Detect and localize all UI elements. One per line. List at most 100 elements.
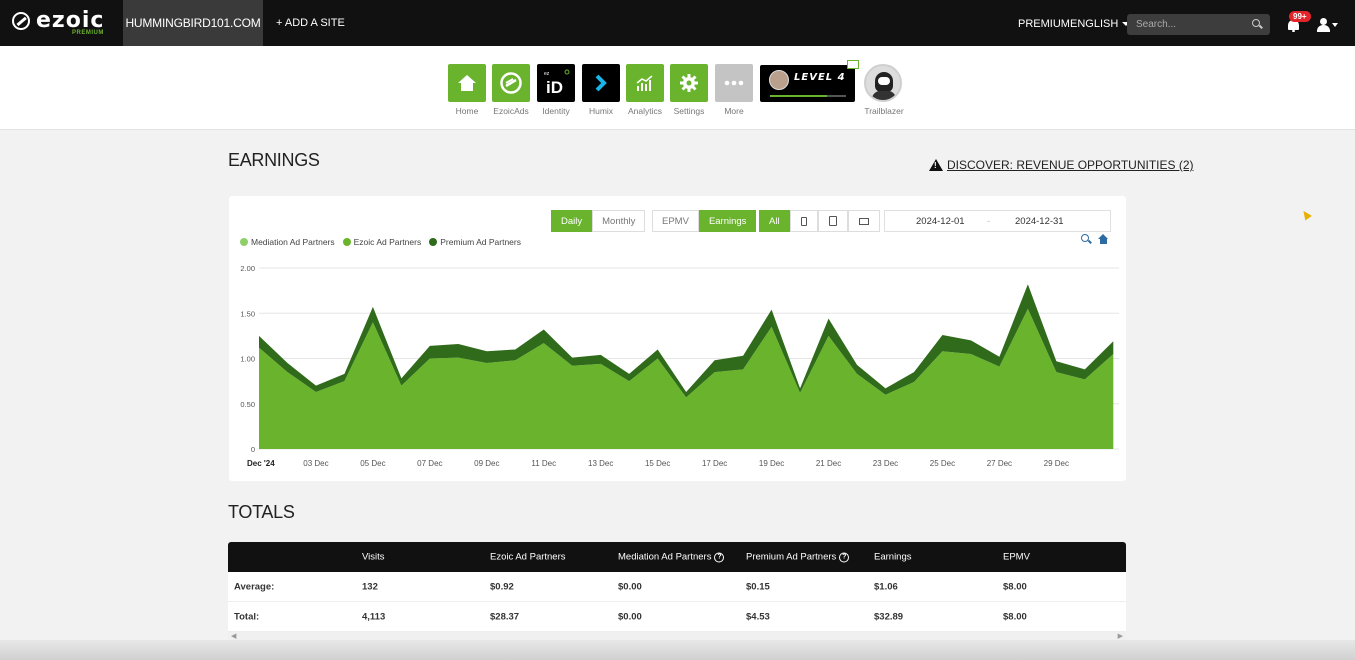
monthly-button[interactable]: Monthly (592, 210, 646, 232)
language-label: ENGLISH (1070, 18, 1119, 30)
legend-dot (429, 238, 438, 246)
level-progress-fill (770, 95, 827, 97)
x-tick-label: 11 Dec (531, 459, 556, 468)
level-label: LEVEL 4 (794, 72, 846, 83)
nav-more[interactable]: More (715, 64, 753, 116)
x-tick-label: Dec '24 (247, 459, 275, 468)
y-tick-label: 1.50 (240, 309, 255, 318)
level-progress-bar (770, 95, 846, 97)
all-devices-button[interactable]: All (759, 210, 790, 232)
nav-home[interactable]: Home (448, 64, 486, 116)
x-tick-label: 29 Dec (1044, 459, 1069, 468)
period-toggle: Daily Monthly (551, 210, 646, 232)
date-separator: - (987, 215, 991, 227)
x-tick-label: 15 Dec (645, 459, 670, 468)
legend-label: Premium Ad Partners (440, 237, 521, 247)
x-tick-label: 21 Dec (816, 459, 841, 468)
tablet-button[interactable] (817, 210, 848, 232)
x-tick-label: 17 Dec (702, 459, 727, 468)
level-badge[interactable]: LEVEL 4 (760, 65, 855, 102)
discover-revenue-link[interactable]: DISCOVER: REVENUE OPPORTUNITIES (2) (929, 158, 1194, 172)
nav-trailblazer[interactable]: Trailblazer (864, 64, 904, 116)
column-header-label: Mediation Ad Partners (618, 551, 712, 563)
mobile-button[interactable] (789, 210, 818, 232)
column-header: Earnings (874, 551, 912, 563)
date-end[interactable]: 2024-12-31 (1015, 216, 1064, 227)
zoom-icon[interactable] (1081, 234, 1089, 242)
legend-dot (342, 238, 351, 246)
svg-text:ez: ez (544, 71, 550, 77)
y-tick-label: 0.50 (240, 400, 255, 409)
scroll-left-icon[interactable]: ◀ (231, 632, 236, 640)
desktop-button[interactable] (847, 210, 880, 232)
help-icon[interactable]: ? (839, 552, 850, 562)
mobile-icon (800, 216, 807, 226)
x-tick-label: 03 Dec (303, 459, 328, 468)
ezoicads-icon (492, 64, 530, 102)
astronaut-icon (864, 64, 902, 102)
search-box (1127, 14, 1270, 35)
daily-button[interactable]: Daily (551, 210, 593, 232)
home-icon (448, 64, 486, 102)
legend-item[interactable]: Mediation Ad Partners (240, 237, 335, 247)
desktop-icon (858, 217, 869, 225)
svg-text:iD: iD (546, 78, 563, 97)
x-tick-label: 07 Dec (417, 459, 442, 468)
totals-table: Visits Ezoic Ad Partners Mediation Ad Pa… (228, 542, 1126, 640)
table-cell: $4.53 (746, 611, 770, 622)
premium-link[interactable]: PREMIUM (1018, 18, 1070, 30)
epmv-button[interactable]: EPMV (652, 210, 699, 232)
earnings-chart[interactable]: 2.00 1.50 1.00 0.50 0 Dec '24 03 Dec 05 Dec 07 D… (229, 256, 1126, 476)
x-tick-label: 05 Dec (360, 459, 385, 468)
table-cell: $8.00 (1003, 611, 1027, 622)
earnings-button[interactable]: Earnings (698, 210, 757, 232)
y-tick-label: 1.00 (240, 355, 255, 364)
add-site-link[interactable]: + ADD A SITE (276, 17, 345, 29)
search-input[interactable] (1127, 14, 1247, 35)
x-tick-label: 13 Dec (588, 459, 613, 468)
table-cell: $1.06 (874, 581, 898, 592)
table-cell: $32.89 (874, 611, 904, 622)
column-header: EPMV (1003, 551, 1030, 563)
earnings-title: EARNINGS (228, 150, 320, 170)
app-nav-bar: Home EzoicAds ez iD Identity Humix Analyt… (0, 46, 1355, 130)
scroll-right-icon[interactable]: ▶ (1118, 632, 1123, 640)
nav-settings[interactable]: Settings (670, 64, 708, 116)
search-icon[interactable] (1252, 19, 1260, 27)
date-range-picker[interactable]: 2024-12-01 - 2024-12-31 (884, 210, 1111, 232)
legend-dot (240, 238, 248, 246)
horizontal-scrollbar[interactable]: ◀ ▶ (228, 632, 1126, 640)
ezoic-logo[interactable]: ezoic PREMIUM (12, 8, 112, 40)
envelope-icon[interactable] (847, 60, 859, 69)
date-start[interactable]: 2024-12-01 (916, 216, 965, 227)
table-cell: $0.00 (618, 581, 642, 592)
x-tick-label: 09 Dec (474, 459, 499, 468)
totals-title: TOTALS (228, 502, 295, 522)
nav-analytics[interactable]: Analytics (626, 64, 664, 116)
site-tab[interactable]: HUMMINGBIRD101.COM (123, 0, 263, 46)
logo-premium-label: PREMIUM (72, 30, 104, 36)
help-icon[interactable]: ? (714, 552, 725, 562)
gear-icon (670, 64, 708, 102)
column-header: Mediation Ad Partners? (618, 551, 725, 563)
language-dropdown[interactable]: ENGLISH (1070, 18, 1131, 30)
x-tick-label: 19 Dec (759, 459, 784, 468)
nav-ezoicads[interactable]: EzoicAds (492, 64, 530, 116)
table-cell: $0.00 (618, 611, 642, 622)
discover-label: DISCOVER: REVENUE OPPORTUNITIES (2) (947, 158, 1194, 172)
legend-item[interactable]: Premium Ad Partners (429, 237, 521, 247)
user-menu[interactable] (1317, 17, 1338, 33)
chart-legend: Mediation Ad Partners Ezoic Ad Partners … (240, 237, 521, 247)
more-icon (715, 64, 753, 102)
table-cell: $28.37 (490, 611, 520, 622)
nav-identity[interactable]: ez iD Identity (537, 64, 575, 116)
nav-label: Trailblazer (864, 106, 904, 116)
legend-label: Ezoic Ad Partners (353, 237, 422, 247)
reset-zoom-icon[interactable] (1098, 234, 1109, 245)
series-area-ezoic-ad-partners[interactable] (259, 308, 1114, 449)
legend-item[interactable]: Ezoic Ad Partners (342, 237, 422, 247)
table-cell: 132 (362, 581, 378, 592)
nav-humix[interactable]: Humix (582, 64, 620, 116)
x-tick-label: 25 Dec (930, 459, 955, 468)
x-tick-label: 23 Dec (873, 459, 898, 468)
